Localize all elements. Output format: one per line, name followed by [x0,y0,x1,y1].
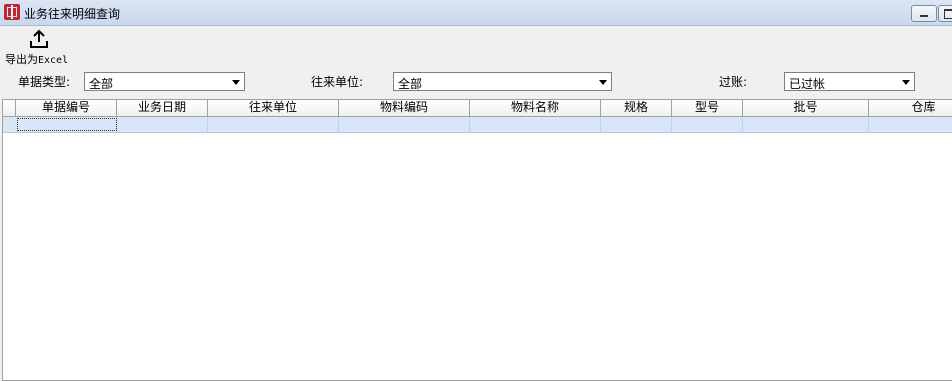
table-cell[interactable] [743,117,869,132]
table-cell[interactable] [601,117,672,132]
column-header[interactable]: 业务日期 [117,100,208,116]
grid-header: 单据编号 业务日期 往来单位 物料编码 物料名称 规格 型号 批号 仓库 [3,100,952,117]
maximize-button[interactable] [938,5,952,22]
posting-select[interactable]: 已过帐 [784,72,915,91]
posting-value: 已过帐 [789,77,826,91]
focused-cell[interactable] [17,118,117,131]
table-cell[interactable] [869,117,952,132]
column-header[interactable]: 物料编码 [339,100,470,116]
window-title: 业务往来明细查询 [24,7,121,21]
chevron-down-icon [232,80,240,85]
table-cell[interactable] [208,117,339,132]
column-header[interactable]: 规格 [601,100,672,116]
app-icon [4,4,20,20]
posting-label: 过账: [719,75,748,89]
doc-type-label: 单据类型: [18,75,71,89]
export-excel-button[interactable]: 导出为Excel [3,28,73,66]
doc-type-select[interactable]: 全部 [84,72,245,91]
table-row[interactable] [3,117,952,133]
export-excel-label: 导出为Excel [5,53,69,66]
chevron-down-icon [902,80,910,85]
column-header[interactable]: 批号 [743,100,869,116]
minimize-button[interactable] [911,5,937,22]
upload-icon [30,29,48,48]
table-cell[interactable] [672,117,743,132]
partner-value: 全部 [398,77,423,91]
partner-label: 往来单位: [311,75,364,89]
title-bar: 业务往来明细查询 [0,0,952,26]
doc-type-value: 全部 [89,77,114,91]
partner-select[interactable]: 全部 [393,72,612,91]
table-cell[interactable] [117,117,208,132]
grid-corner [3,100,16,116]
column-header[interactable]: 物料名称 [470,100,601,116]
data-grid[interactable]: 单据编号 业务日期 往来单位 物料编码 物料名称 规格 型号 批号 仓库 [2,99,952,381]
table-cell[interactable] [470,117,601,132]
column-header[interactable]: 仓库 [869,100,952,116]
chevron-down-icon [599,80,607,85]
column-header[interactable]: 往来单位 [208,100,339,116]
column-header[interactable]: 单据编号 [16,100,117,116]
table-cell[interactable] [339,117,470,132]
column-header[interactable]: 型号 [672,100,743,116]
